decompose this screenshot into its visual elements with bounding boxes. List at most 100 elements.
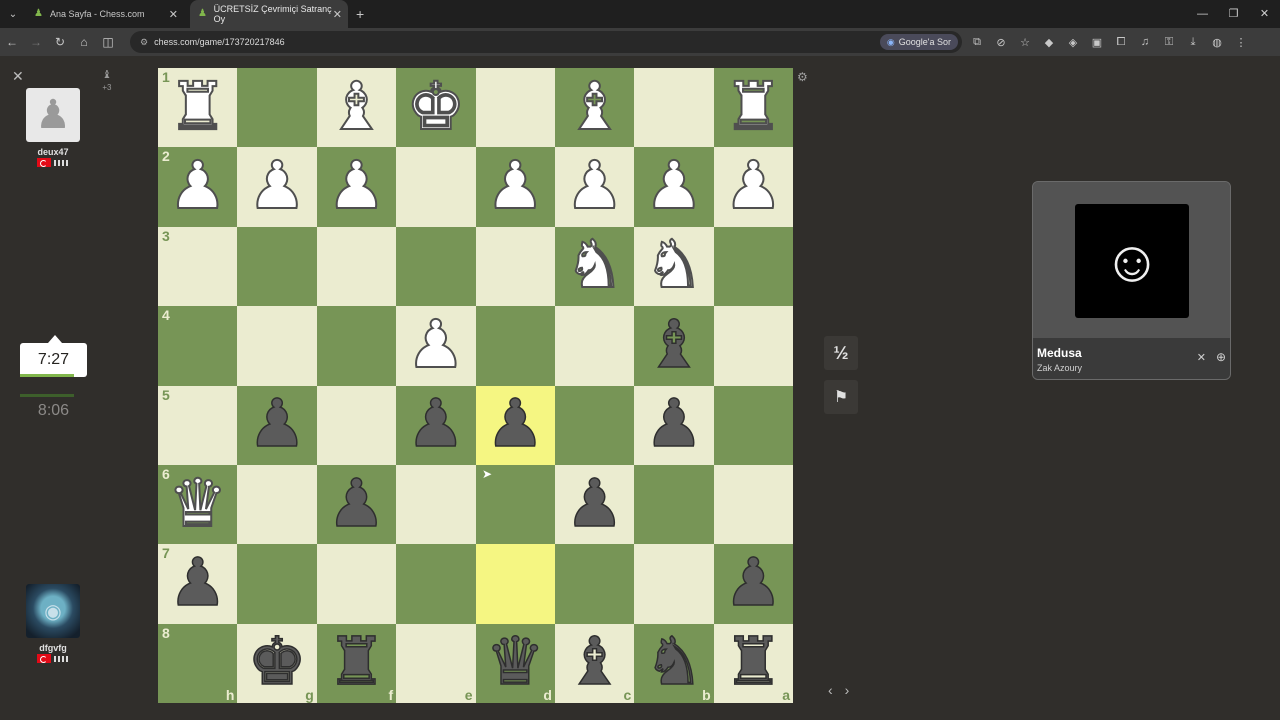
square-c3[interactable]: ♞ [554,226,635,307]
restore-icon[interactable]: ❐ [1218,0,1249,28]
square-c5[interactable] [554,385,635,465]
previous-move-icon[interactable]: ‹ [828,682,833,698]
square-c7[interactable] [554,544,635,624]
white-pawn-icon[interactable]: ♟ [723,151,784,219]
google-ask-button[interactable]: ◉ Google'a Sor [879,34,958,50]
white-pawn-icon[interactable]: ♟ [643,151,704,219]
black-pawn-icon[interactable]: ♟ [247,389,308,457]
square-c1[interactable]: ♝ [554,68,635,148]
extension-icon[interactable]: ◆ [1037,36,1061,49]
square-h6[interactable]: 6 ♛ [158,464,238,545]
square-h1[interactable]: 1 ♜ [158,68,238,148]
square-g5[interactable]: ♟ [237,385,317,465]
square-e5[interactable]: ♟ [396,385,476,465]
square-a5[interactable] [713,385,793,465]
install-icon[interactable]: ⧉ [965,36,989,49]
square-a7[interactable]: ♟ [713,544,793,624]
black-pawn-icon[interactable]: ♟ [485,389,546,457]
offer-draw-button[interactable]: ½ [824,336,858,370]
next-move-icon[interactable]: › [845,682,850,698]
menu-icon[interactable]: ⋮ [1229,36,1253,49]
white-pawn-icon[interactable]: ♟ [167,151,228,219]
square-d5[interactable]: ♟ [475,385,555,465]
chess-board[interactable]: 1 ♜ ♝ ♚ ♝ ♜ 2 ♟ ♟ ♟ ♟ ♟ ♟ ♟ 3 ♞ ♞ 4 ♟ ♝ 5 ♟ ♟ ♟ ♟ 6 ♛ ♟ ♟ 7 ♟ ♟ 8 h g ♚ f ♜ e d… [158,68,793,703]
forward-icon[interactable]: → [24,35,48,49]
square-f1[interactable]: ♝ [316,68,397,148]
reload-icon[interactable]: ↻ [48,35,72,49]
white-knight-icon[interactable]: ♞ [564,230,625,298]
white-pawn-icon[interactable]: ♟ [485,151,546,219]
square-h7[interactable]: 7 ♟ [158,544,238,624]
square-b4[interactable]: ♝ [634,306,714,386]
square-g4[interactable] [237,306,317,386]
resign-button[interactable]: ⚑ [824,380,858,414]
square-f3[interactable] [316,226,397,307]
close-icon[interactable]: ✕ [1197,351,1206,364]
black-knight-icon[interactable]: ♞ [644,628,705,696]
square-d8[interactable]: d ♛ [475,623,555,703]
board-settings-icon[interactable]: ⚙ [797,70,808,84]
white-knight-icon[interactable]: ♞ [643,230,704,298]
black-queen-icon[interactable]: ♛ [485,628,546,696]
square-d3[interactable] [475,226,555,307]
back-icon[interactable]: ← [0,35,24,49]
extension-icon[interactable]: ▣ [1085,36,1109,49]
white-pawn-icon[interactable]: ♟ [326,151,387,219]
square-g8[interactable]: g ♚ [237,623,317,703]
player-name[interactable]: deux47 [26,147,80,157]
address-bar[interactable]: ⚙ chess.com/game/173720217846 ◉ Google'a… [130,31,962,53]
square-a1[interactable]: ♜ [713,68,793,148]
home-icon[interactable]: ⌂ [72,35,96,49]
tab-home[interactable]: ♟ Ana Sayfa - Chess.com ✕ [26,0,184,28]
square-f6[interactable]: ♟ [316,464,397,545]
white-pawn-icon[interactable]: ♟ [405,310,466,378]
square-g2[interactable]: ♟ [237,147,317,227]
square-g3[interactable] [237,226,317,307]
white-rook-icon[interactable]: ♜ [167,72,228,140]
black-pawn-icon[interactable]: ♟ [644,389,705,457]
download-icon[interactable]: ⤓ [1181,36,1205,49]
square-a6[interactable] [713,464,793,545]
bookmark-star-icon[interactable]: ☆ [1013,36,1037,49]
black-pawn-icon[interactable]: ♟ [723,548,784,616]
player-name[interactable]: dfgvfg [26,643,80,653]
square-b2[interactable]: ♟ [634,147,714,227]
profile-icon[interactable]: ◍ [1205,36,1229,49]
white-pawn-icon[interactable]: ♟ [564,151,625,219]
square-c4[interactable] [554,306,635,386]
media-control-icon[interactable]: ♫ [1133,36,1157,48]
close-icon[interactable]: ✕ [169,8,178,21]
tab-game[interactable]: ♟ ÜCRETSİZ Çevrimiçi Satranç Oy ✕ [190,0,348,28]
square-b8[interactable]: b ♞ [634,623,714,703]
square-g6[interactable] [237,464,317,545]
minimize-icon[interactable]: — [1187,0,1218,28]
close-icon[interactable]: ✕ [12,68,24,85]
white-bishop-icon[interactable]: ♝ [326,72,387,140]
white-bishop-icon[interactable]: ♝ [564,72,625,140]
square-b6[interactable] [634,464,714,545]
pin-icon[interactable]: ⊕ [1216,350,1226,364]
square-h5[interactable]: 5 [158,385,238,465]
sidebar-icon[interactable]: ◫ [96,35,120,49]
avatar[interactable]: ◉ [26,584,80,638]
black-pawn-icon[interactable]: ♟ [405,389,466,457]
site-info-icon[interactable]: ⚙ [140,37,148,48]
black-pawn-icon[interactable]: ♟ [326,469,387,537]
album-art[interactable]: ☺ [1075,204,1189,318]
square-e2[interactable] [396,147,476,227]
avatar[interactable]: ♟ [26,88,80,142]
square-f2[interactable]: ♟ [316,147,397,227]
square-d2[interactable]: ♟ [475,147,555,227]
white-pawn-icon[interactable]: ♟ [246,151,307,219]
square-e3[interactable] [396,226,476,307]
white-queen-icon[interactable]: ♛ [167,469,228,537]
black-bishop-icon[interactable]: ♝ [564,628,625,696]
square-h2[interactable]: 2 ♟ [158,147,238,227]
square-d1[interactable] [475,68,555,148]
square-a8[interactable]: a ♜ [713,623,793,703]
square-a2[interactable]: ♟ [713,147,793,227]
square-b3[interactable]: ♞ [634,226,714,307]
square-e7[interactable] [396,544,476,624]
black-king-icon[interactable]: ♚ [247,628,308,696]
extension-icon[interactable]: ◈ [1061,36,1085,49]
